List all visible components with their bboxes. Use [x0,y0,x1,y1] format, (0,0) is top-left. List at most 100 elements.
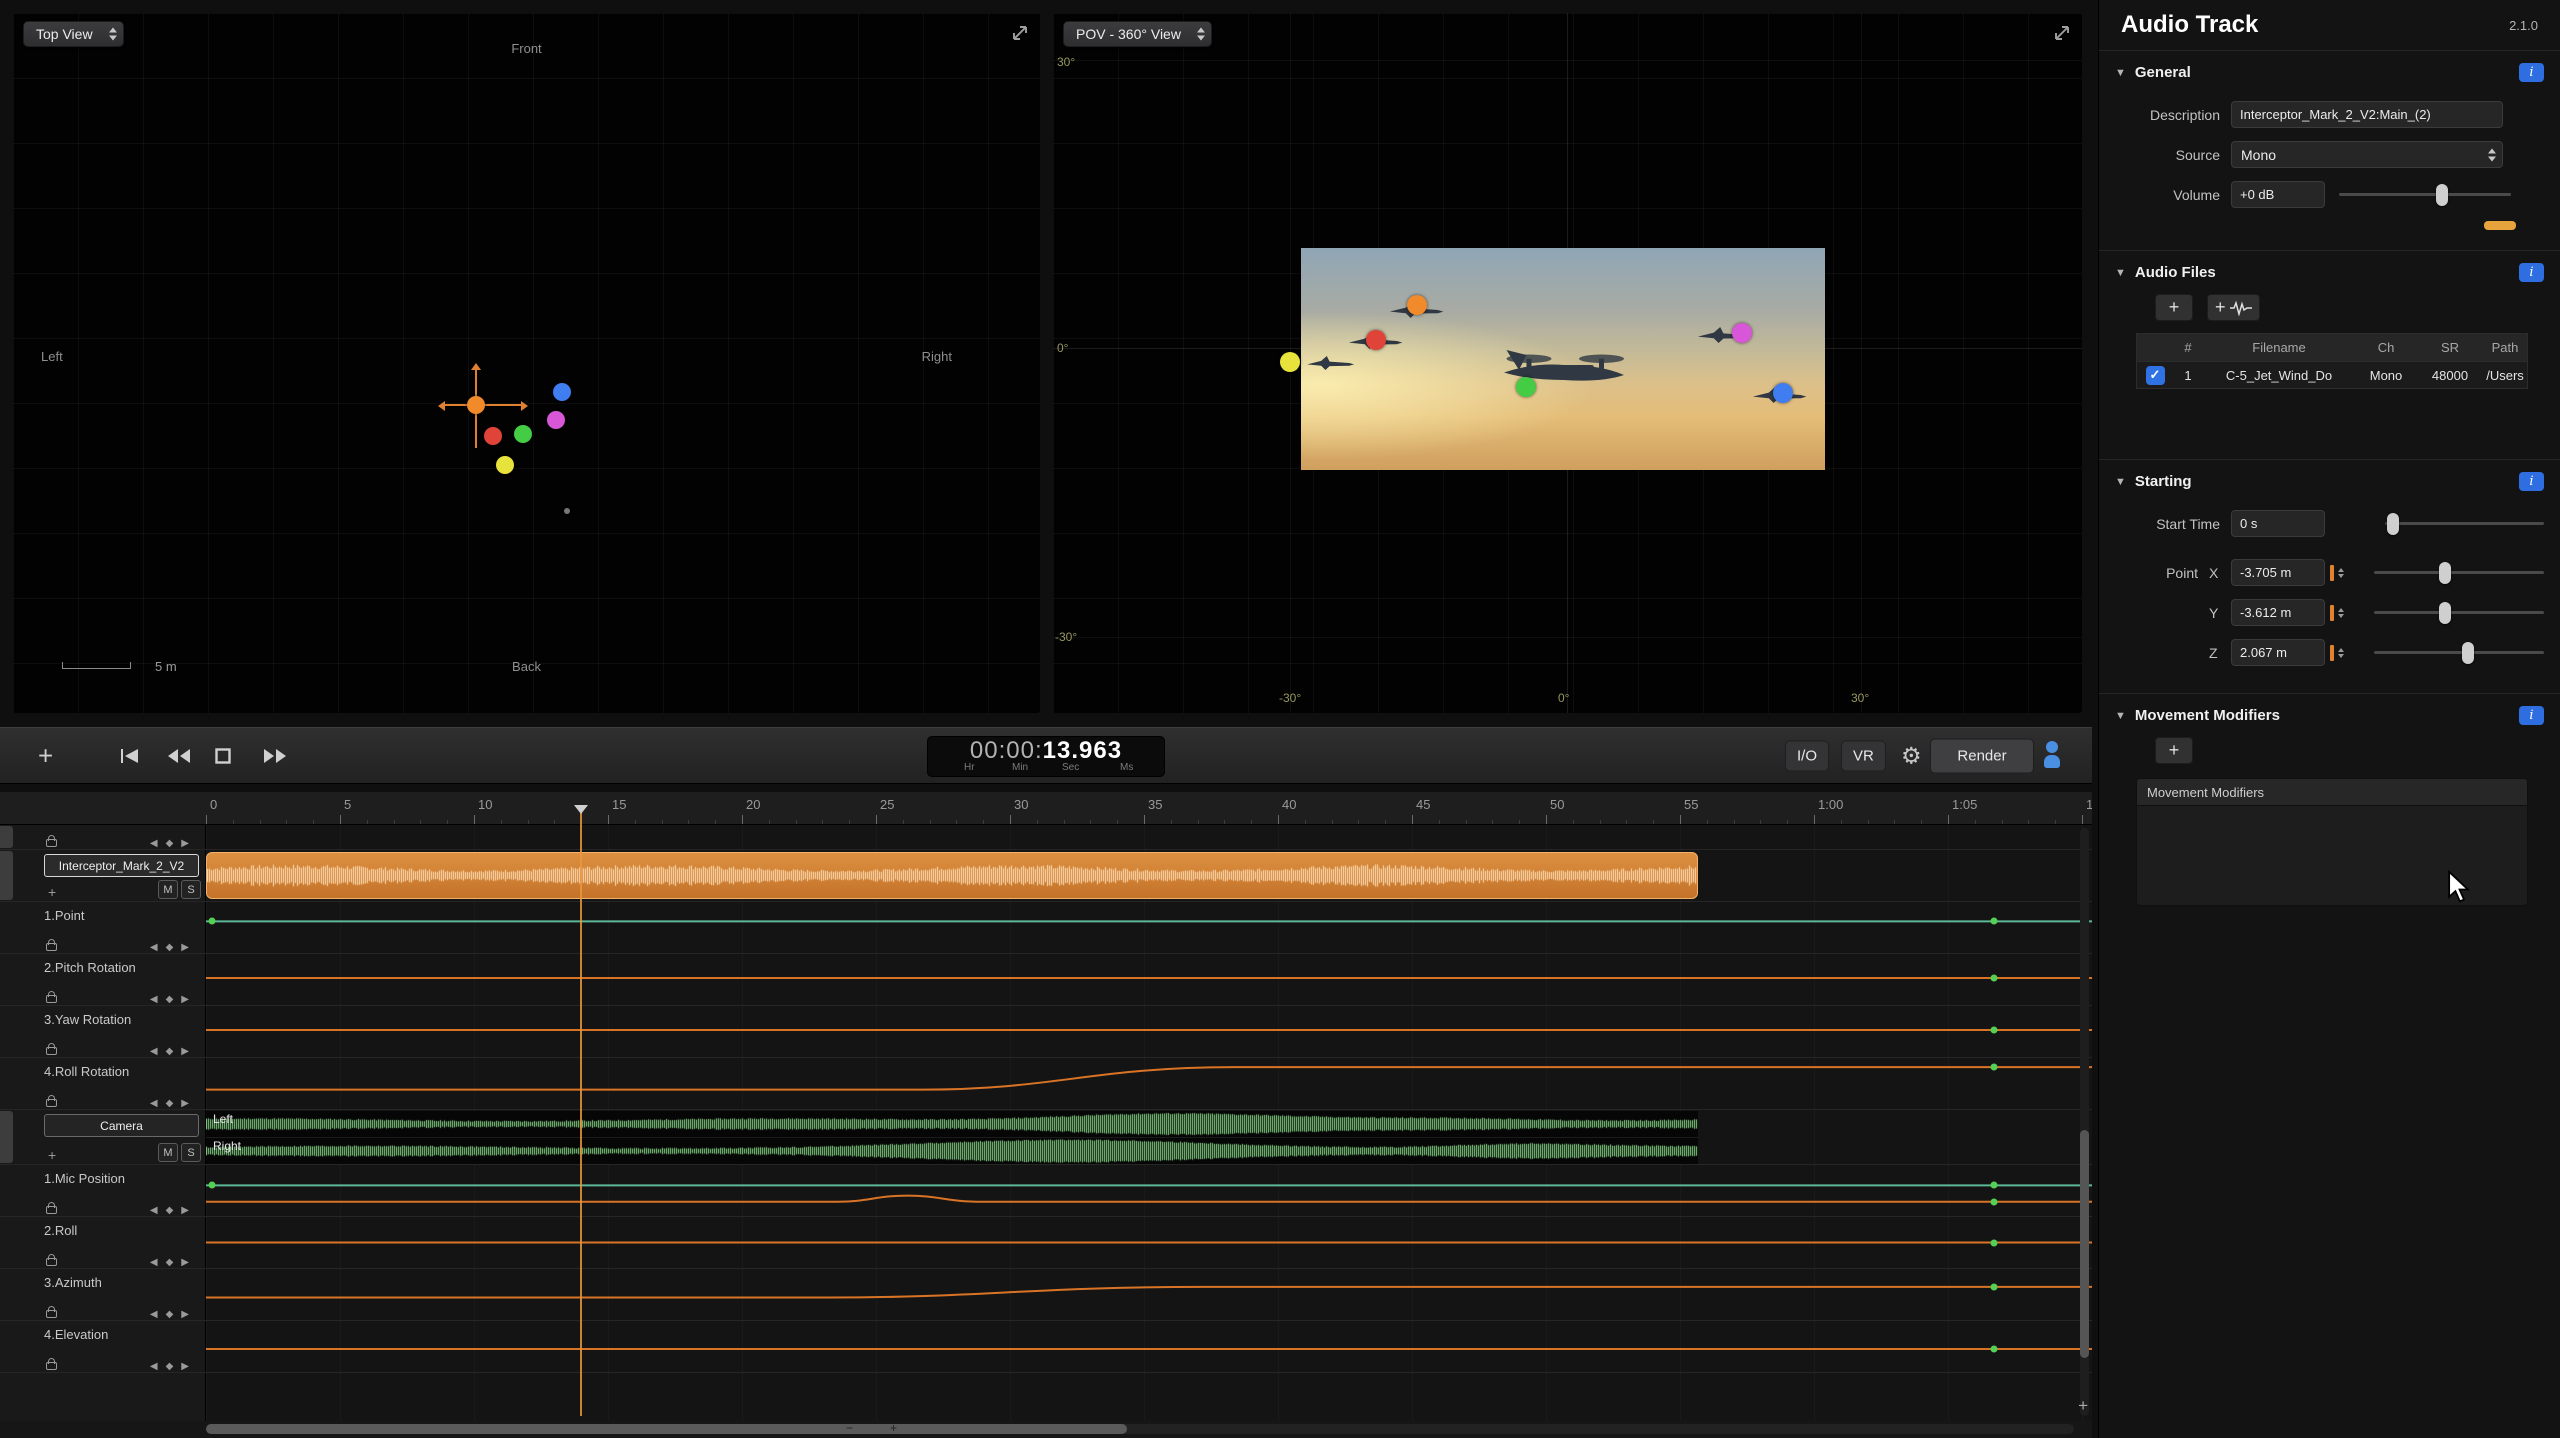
particle-dot[interactable] [553,383,571,401]
track-header-4-roll-rotation[interactable]: 4.Roll Rotation◀◆▶ [0,1058,206,1109]
particle-dot[interactable] [547,411,565,429]
add-keyframe-button[interactable]: ◆ [166,838,174,849]
next-keyframe-button[interactable]: ▶ [181,1205,189,1216]
particle-dot[interactable] [1516,377,1536,397]
prev-keyframe-button[interactable]: ◀ [150,1098,158,1109]
disclosure-triangle-icon[interactable]: ▼ [2115,476,2126,488]
prev-keyframe-button[interactable]: ◀ [150,1257,158,1268]
keyframe-dot[interactable] [1990,1182,1997,1189]
source-dropdown[interactable]: Mono [2231,141,2503,168]
add-modifier-button[interactable]: + [2155,737,2193,764]
lock-icon[interactable] [46,1206,57,1214]
info-button[interactable]: i [2519,63,2544,82]
horizontal-scrollbar[interactable]: − + [206,1424,2074,1434]
skip-to-start-button[interactable] [118,747,142,765]
value-stepper-icon[interactable] [2338,568,2344,578]
lock-icon[interactable] [46,1099,57,1107]
pov-viewport[interactable]: POV - 360° View 30° 0° -30° -30° 0° 30° [1053,13,2082,713]
next-keyframe-button[interactable]: ▶ [181,1309,189,1320]
particle-dot[interactable] [1773,383,1793,403]
description-field[interactable] [2231,101,2503,128]
point-y-field[interactable] [2231,599,2325,626]
add-keyframe-button[interactable]: ◆ [166,994,174,1005]
point-x-slider[interactable] [2374,571,2544,574]
particle-dot[interactable] [1280,352,1300,372]
mute-button[interactable]: M [158,880,178,899]
stop-button[interactable] [214,747,232,765]
keyframe-dot[interactable] [1990,918,1997,925]
track-header-2-pitch-rotation[interactable]: 2.Pitch Rotation◀◆▶ [0,954,206,1005]
solo-button[interactable]: S [181,880,201,899]
prev-keyframe-button[interactable]: ◀ [150,1046,158,1057]
listener-avatar-icon[interactable] [2044,741,2060,771]
zoom-in-icon[interactable]: + [890,1421,897,1435]
add-automation-button[interactable]: + [48,1148,56,1162]
add-audio-file-button[interactable]: + [2155,294,2193,321]
lock-icon[interactable] [46,1258,57,1266]
playhead[interactable] [580,810,582,1416]
keyframe-dot[interactable] [208,918,215,925]
add-keyframe-button[interactable]: ◆ [166,1309,174,1320]
add-keyframe-button[interactable]: ◆ [166,1205,174,1216]
prev-keyframe-button[interactable]: ◀ [150,942,158,953]
slider-thumb[interactable] [2387,513,2399,535]
track-select-tab[interactable] [0,1111,13,1163]
keyframe-dot[interactable] [1990,1239,1997,1246]
slider-thumb[interactable] [2436,184,2448,206]
settings-gear-icon[interactable]: ⚙ [1890,736,1933,775]
solo-button[interactable]: S [181,1143,201,1162]
keyframe-dot[interactable] [208,1182,215,1189]
info-button[interactable]: i [2519,472,2544,491]
disclosure-triangle-icon[interactable]: ▼ [2115,267,2126,279]
pov-mode-select[interactable]: POV - 360° View [1063,21,1212,47]
mute-button[interactable]: M [158,1143,178,1162]
track-header-camera[interactable]: Camera+MS [0,1110,206,1164]
audio-clip[interactable] [206,852,1698,899]
lock-icon[interactable] [46,1047,57,1055]
zoom-out-icon[interactable]: − [846,1421,853,1435]
volume-field[interactable] [2231,181,2325,208]
time-ruler[interactable]: 05101520253035404550551:001:051:10 [0,792,2092,825]
scrollbar-thumb[interactable]: − + [206,1424,1127,1434]
render-button[interactable]: Render [1930,738,2034,773]
timecode-display[interactable]: 00:00:13.963 Hr Min Sec Ms [927,736,1165,777]
keyframe-dot[interactable] [1990,1198,1997,1205]
volume-slider[interactable] [2339,193,2511,196]
track-header-4-elevation[interactable]: 4.Elevation◀◆▶ [0,1321,206,1372]
camera-waveform-block[interactable]: LeftRight [206,1111,1698,1164]
particle-dot[interactable] [496,456,514,474]
fast-forward-button[interactable] [262,747,288,765]
keyframe-dot[interactable] [1990,1346,1997,1353]
keyframe-dot[interactable] [1990,974,1997,981]
keyframe-dot[interactable] [1990,1064,1997,1071]
track-header-3-azimuth[interactable]: 3.Azimuth◀◆▶ [0,1269,206,1320]
particle-dot-small[interactable] [564,508,570,514]
start-time-slider[interactable] [2385,522,2544,525]
add-keyframe-button[interactable]: ◆ [166,1046,174,1057]
slider-thumb[interactable] [2439,602,2451,624]
point-y-slider[interactable] [2374,611,2544,614]
particle-dot[interactable] [514,425,532,443]
track-header-1-mic-position[interactable]: 1.Mic Position◀◆▶ [0,1165,206,1216]
file-enabled-checkbox[interactable]: ✓ [2146,366,2165,385]
add-keyframe-button[interactable]: ◆ [166,1361,174,1372]
track-select-tab[interactable] [0,826,13,848]
next-keyframe-button[interactable]: ▶ [181,942,189,953]
rewind-button[interactable] [166,747,192,765]
track-header-3-yaw-rotation[interactable]: 3.Yaw Rotation◀◆▶ [0,1006,206,1057]
prev-keyframe-button[interactable]: ◀ [150,1309,158,1320]
track-header-partial[interactable]: ◀◆▶ [0,825,206,849]
keyframe-dot[interactable] [1990,1026,1997,1033]
prev-keyframe-button[interactable]: ◀ [150,994,158,1005]
add-track-button[interactable]: + [38,740,53,771]
top-view-viewport[interactable]: Top View Front Left Right Back 5 m [13,13,1040,713]
particle-dot[interactable] [1407,295,1427,315]
slider-thumb[interactable] [2462,642,2474,664]
next-keyframe-button[interactable]: ▶ [181,1046,189,1057]
track-name-box[interactable]: Interceptor_Mark_2_V2 [44,854,199,877]
lock-icon[interactable] [46,995,57,1003]
particle-dot[interactable] [1366,330,1386,350]
add-keyframe-button[interactable]: ◆ [166,942,174,953]
prev-keyframe-button[interactable]: ◀ [150,1361,158,1372]
disclosure-triangle-icon[interactable]: ▼ [2115,67,2126,79]
